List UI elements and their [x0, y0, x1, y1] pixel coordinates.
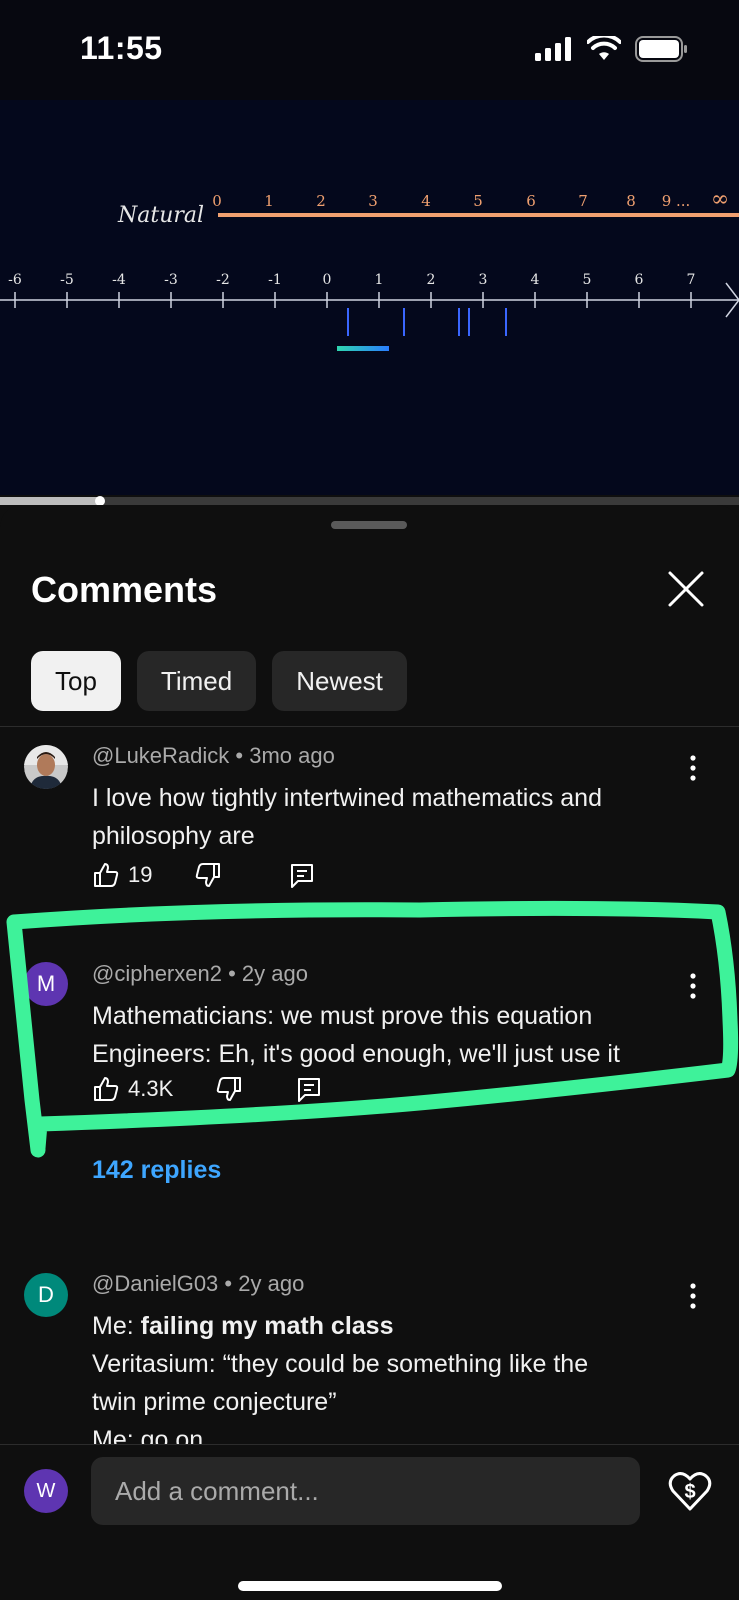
reply-button[interactable] — [288, 861, 316, 889]
battery-icon — [635, 36, 687, 62]
divider — [0, 726, 739, 727]
comment-age: 2y ago — [241, 961, 308, 986]
comment-text: Mathematicians: we must prove this equat… — [92, 997, 722, 1073]
comment-author[interactable]: @DanielG03 — [92, 1271, 218, 1296]
add-comment-input[interactable]: Add a comment... — [91, 1457, 640, 1525]
comment-age: 3mo ago — [249, 743, 335, 768]
chip-top[interactable]: Top — [31, 651, 121, 711]
status-time: 11:55 — [80, 30, 163, 66]
video-progress-fill — [0, 497, 100, 505]
comment-actions: 4.3K — [92, 1069, 365, 1109]
comment-author[interactable]: @cipherxen2 — [92, 961, 222, 986]
like-button[interactable]: 4.3K — [92, 1075, 173, 1103]
dislike-button[interactable] — [215, 1075, 243, 1103]
number-line-tick-label: 4 — [531, 272, 540, 288]
thumbs-up-icon — [94, 863, 119, 887]
comment-author[interactable]: @LukeRadick — [92, 743, 229, 768]
natural-tick-label: 6 — [526, 192, 536, 210]
comment-line: Engineers: Eh, it's good enough, we'll j… — [92, 1040, 620, 1068]
dislike-button[interactable] — [194, 861, 222, 889]
interval-segment — [337, 346, 389, 351]
number-line-tick-label: 1 — [375, 272, 384, 288]
video-player[interactable]: Natural 0 1 2 3 4 5 6 7 8 9 ... ∞ -6 -5 -4 -3 -2 -1 0 1 2 3 4 5… — [0, 100, 739, 495]
number-line-tick-label: -5 — [60, 272, 74, 288]
svg-text:$: $ — [684, 1481, 695, 1503]
comment-composer: W Add a comment... $ — [0, 1444, 739, 1600]
comment-meta: @DanielG03 • 2y ago — [92, 1271, 304, 1297]
comment-prefix: Me: — [92, 1312, 141, 1340]
natural-tick-label: 9 ... — [662, 192, 691, 210]
natural-tick-label: 3 — [368, 192, 378, 210]
thumbs-down-icon — [217, 1077, 242, 1101]
natural-tick-label: 5 — [473, 192, 483, 210]
like-button[interactable]: 19 — [92, 861, 152, 889]
number-line-tick-label: -4 — [112, 272, 126, 288]
natural-tick-label: ∞ — [711, 187, 729, 212]
comment-line: Veritasium: “they could be something lik… — [92, 1350, 589, 1378]
sheet-title: Comments — [31, 569, 218, 610]
comment-bold-text: failing my math class — [140, 1312, 394, 1340]
video-progress-bar[interactable] — [0, 496, 739, 506]
reply-icon — [291, 864, 314, 888]
avatar[interactable]: D — [24, 1273, 68, 1317]
sort-chips: Top Timed Newest — [31, 651, 407, 711]
thumbs-down-icon — [196, 863, 221, 887]
comment-meta: @LukeRadick • 3mo ago — [92, 743, 335, 769]
number-line-tick-label: 3 — [479, 272, 488, 288]
number-line-tick-label: 0 — [323, 272, 332, 288]
comment-meta: @cipherxen2 • 2y ago — [92, 961, 308, 987]
comment-line: Me: failing my math class — [92, 1307, 702, 1345]
comment-age: 2y ago — [238, 1271, 305, 1296]
number-line-tick-label: -1 — [268, 272, 282, 288]
natural-tick-label: 2 — [316, 192, 326, 210]
meta-separator: • — [224, 1271, 239, 1296]
natural-tick-label: 0 — [212, 192, 222, 210]
natural-tick-label: 4 — [421, 192, 431, 210]
reply-button[interactable] — [295, 1075, 323, 1103]
number-line-tick-label: 7 — [687, 272, 696, 288]
reply-icon — [298, 1078, 321, 1102]
close-icon[interactable] — [664, 567, 708, 611]
more-options-icon[interactable] — [683, 971, 703, 1001]
natural-tick-label: 1 — [264, 192, 274, 210]
number-line-tick-label: -3 — [164, 272, 178, 288]
comments-sheet: Comments Top Timed Newest @LukeRadick • … — [0, 505, 739, 1600]
number-line-tick-label: 5 — [583, 272, 592, 288]
like-count: 19 — [128, 862, 153, 887]
number-line-tick-label: 6 — [635, 272, 644, 288]
number-line-animation: Natural 0 1 2 3 4 5 6 7 8 9 ... ∞ -6 -5 -4 -3 -2 -1 0 1 2 3 4 5… — [0, 187, 739, 351]
like-count: 4.3K — [128, 1076, 174, 1101]
status-bar: 11:55 — [0, 0, 739, 100]
comment-line: Mathematicians: we must prove this equat… — [92, 1002, 593, 1030]
meta-separator: • — [228, 961, 242, 986]
status-icons — [535, 36, 689, 62]
cellular-signal-icon — [535, 37, 571, 61]
number-line-tick-label: 2 — [427, 272, 436, 288]
comment-text: Me: failing my math class Veritasium: “t… — [92, 1307, 702, 1459]
more-options-icon[interactable] — [683, 753, 703, 783]
user-avatar[interactable]: W — [24, 1469, 68, 1513]
avatar[interactable]: M — [24, 962, 68, 1006]
more-options-icon[interactable] — [683, 1281, 703, 1311]
thumbs-up-icon — [94, 1077, 119, 1101]
replies-link[interactable]: 142 replies — [92, 1156, 221, 1185]
number-line-tick-label: -2 — [216, 272, 230, 288]
number-line-tick-label: -6 — [8, 272, 22, 288]
chip-newest[interactable]: Newest — [272, 651, 407, 711]
natural-tick-label: 8 — [626, 192, 636, 210]
meta-separator: • — [235, 743, 250, 768]
natural-label: Natural — [117, 203, 204, 228]
natural-tick-label: 7 — [578, 192, 588, 210]
wifi-icon — [587, 36, 621, 60]
comment-line: twin prime conjecture” — [92, 1388, 337, 1416]
avatar-photo[interactable] — [24, 745, 68, 789]
home-indicator[interactable] — [238, 1581, 502, 1591]
super-thanks-icon[interactable]: $ — [668, 1469, 712, 1513]
sheet-drag-handle[interactable] — [331, 521, 407, 529]
comment-actions: 19 — [92, 855, 358, 895]
chip-timed[interactable]: Timed — [136, 651, 257, 711]
comment-text: I love how tightly intertwined mathemati… — [92, 784, 602, 850]
